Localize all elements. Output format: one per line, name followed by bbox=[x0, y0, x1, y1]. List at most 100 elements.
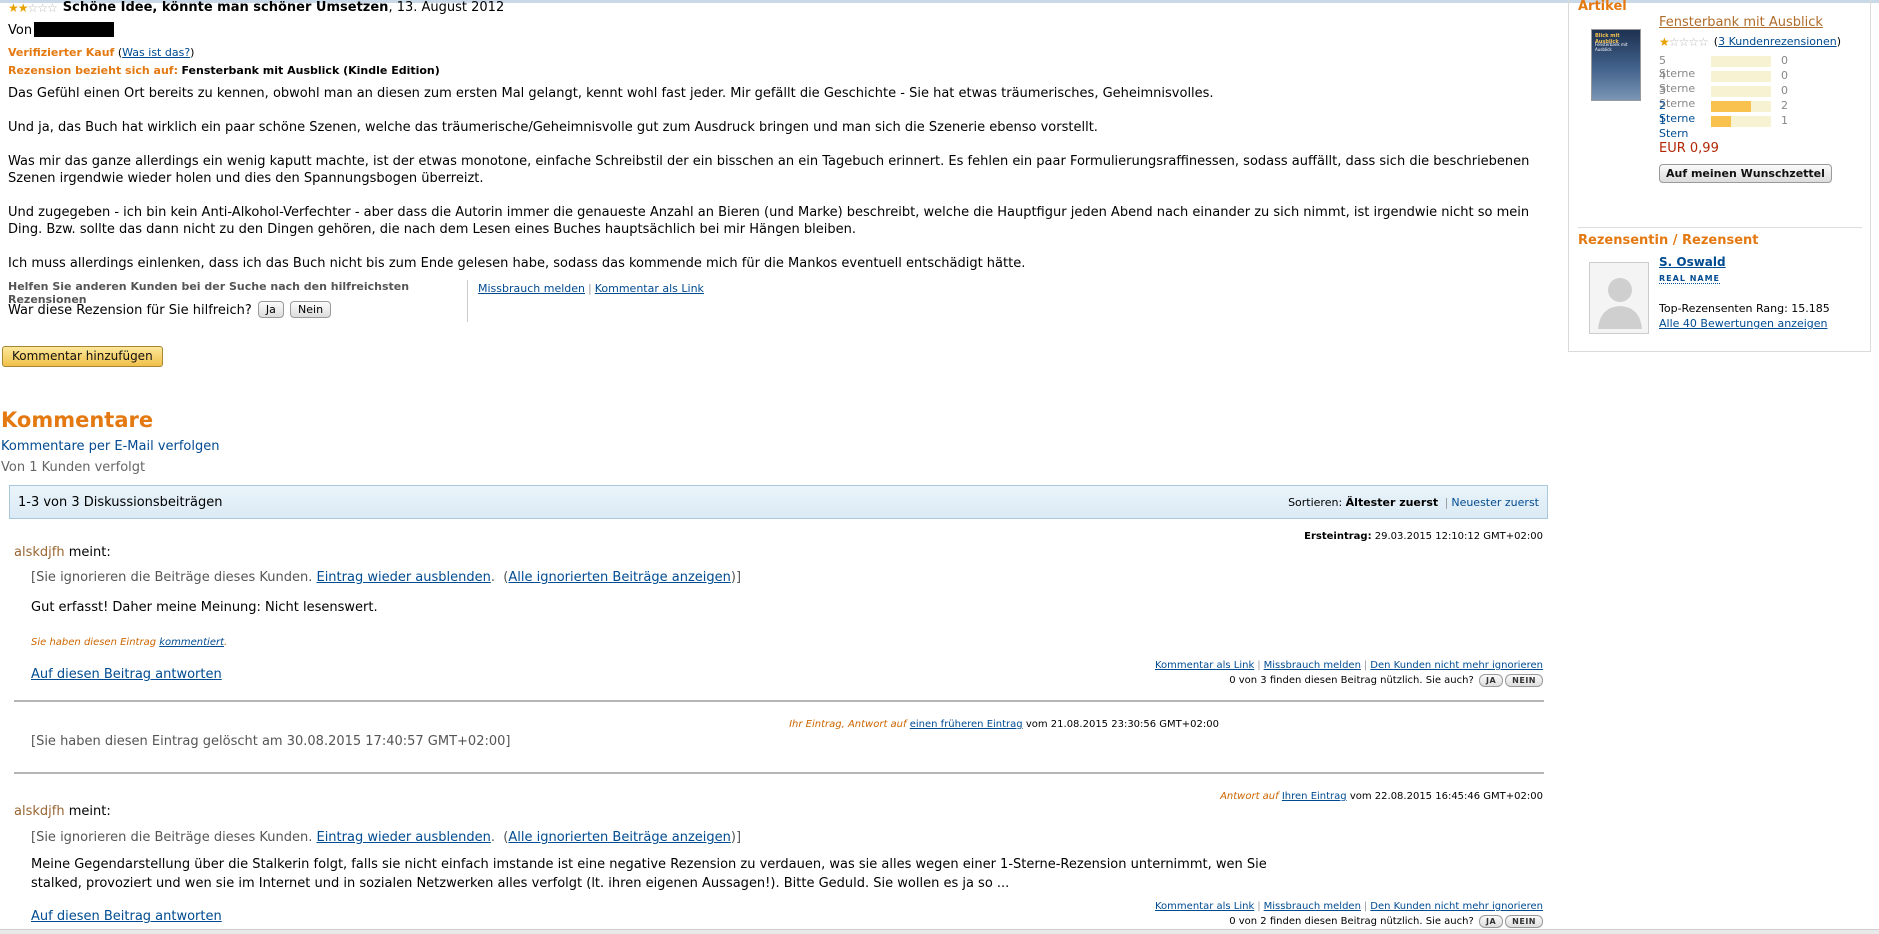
report-abuse-link[interactable]: Missbrauch melden bbox=[478, 282, 585, 295]
helpful-no-button[interactable]: Nein bbox=[290, 301, 332, 318]
follow-comments: Kommentare per E-Mail verfolgen bbox=[1, 439, 220, 454]
separator: | bbox=[1444, 496, 1449, 509]
post-actions: Kommentar als Link | Missbrauch melden | Den… bbox=[1155, 901, 1543, 928]
rating-row-fill bbox=[1711, 116, 1731, 127]
article-heading: Artikel bbox=[1578, 0, 1627, 14]
separator: | bbox=[588, 282, 592, 295]
says-label: meint: bbox=[68, 545, 111, 560]
post-meta: Ihr Eintrag, Antwort auf einen früheren … bbox=[789, 719, 1219, 730]
vote-no-button[interactable]: NEIN bbox=[1505, 674, 1543, 687]
says-label: meint: bbox=[68, 804, 111, 819]
helpful-question: War diese Rezension für Sie hilfreich? bbox=[8, 303, 252, 318]
report-abuse-link[interactable]: Missbrauch melden bbox=[1264, 660, 1361, 671]
vote-yes-button[interactable]: JA bbox=[1478, 915, 1504, 928]
post-author: alskdjfh meint: bbox=[14, 804, 111, 819]
horizontal-scrollbar[interactable] bbox=[0, 929, 1879, 934]
review-paragraph: Das Gefühl einen Ort bereits zu kennen, … bbox=[8, 86, 1214, 101]
show-all-ignored-link[interactable]: Alle ignorierten Beiträge anzeigen bbox=[508, 570, 731, 585]
empty-stars-icon: ☆☆☆ bbox=[27, 1, 58, 15]
post-date: vom 22.08.2015 16:45:46 GMT+02:00 bbox=[1349, 791, 1543, 802]
author-name: alskdjfh bbox=[14, 804, 65, 819]
report-abuse-link[interactable]: Missbrauch melden bbox=[1264, 901, 1361, 912]
cover-subtitle: Fensterbank mit Ausblick bbox=[1595, 42, 1628, 52]
comment-as-link[interactable]: Kommentar als Link bbox=[1155, 901, 1254, 912]
add-comment-button[interactable]: Kommentar hinzufügen bbox=[2, 346, 163, 367]
show-all-ignored-link[interactable]: Alle ignorierten Beiträge anzeigen bbox=[508, 830, 731, 845]
sort-label: Sortieren: bbox=[1288, 496, 1343, 509]
review-paragraph: Ich muss allerdings einlenken, dass ich … bbox=[8, 256, 1026, 271]
sidebar: Artikel Blick mit Ausblick Fensterbank m… bbox=[1568, 0, 1871, 352]
empty-stars-icon: ☆☆☆☆ bbox=[1668, 35, 1709, 49]
refers-label: Rezension bezieht sich auf: bbox=[8, 64, 178, 77]
useful-count: 0 von 3 finden diesen Beitrag nützlich. … bbox=[1229, 675, 1474, 686]
product-star-rating: ★☆☆☆☆ bbox=[1659, 35, 1709, 49]
rating-row-bar bbox=[1711, 86, 1771, 97]
all-ratings-link[interactable]: Alle 40 Bewertungen anzeigen bbox=[1659, 317, 1828, 330]
unignore-customer-link[interactable]: Den Kunden nicht mehr ignorieren bbox=[1370, 660, 1543, 671]
vote-no-button[interactable]: NEIN bbox=[1505, 915, 1543, 928]
reviewer-name-link[interactable]: S. Oswald bbox=[1659, 255, 1726, 269]
review-report-links: Missbrauch melden | Kommentar als Link bbox=[478, 282, 704, 295]
book-cover-image[interactable]: Blick mit Ausblick Fensterbank mit Ausbl… bbox=[1591, 29, 1641, 101]
add-to-wishlist-button[interactable]: Auf meinen Wunschzettel bbox=[1659, 164, 1832, 183]
ignored-notice: [Sie ignorieren die Beiträge dieses Kund… bbox=[31, 570, 742, 585]
you-commented-link[interactable]: kommentiert bbox=[159, 637, 224, 648]
separator: | bbox=[1257, 660, 1261, 671]
post-author: alskdjfh meint: bbox=[14, 545, 111, 560]
post-meta: Antwort auf Ihren Eintrag vom 22.08.2015… bbox=[1220, 791, 1543, 802]
review-star-rating: ★★☆☆☆ bbox=[8, 1, 58, 15]
comment-as-link[interactable]: Kommentar als Link bbox=[1155, 660, 1254, 671]
sort-newest-link[interactable]: Neuester zuerst bbox=[1451, 496, 1539, 509]
what-is-that-link[interactable]: Was ist das? bbox=[122, 46, 190, 59]
discussion-post: Ersteintrag: 29.03.2015 12:10:12 GMT+02:… bbox=[13, 531, 1543, 692]
separator: | bbox=[1257, 901, 1261, 912]
rating-row-label[interactable]: 1 Stern bbox=[1659, 114, 1688, 140]
reviews-count-link[interactable]: 3 Kundenrezensionen bbox=[1718, 35, 1837, 48]
helpful-question-line: War diese Rezension für Sie hilfreich? J… bbox=[8, 301, 332, 318]
post-text: Meine Gegendarstellung über die Stalkeri… bbox=[31, 857, 1267, 891]
review-body: Das Gefühl einen Ort bereits zu kennen, … bbox=[8, 85, 1548, 289]
vote-yes-button[interactable]: JA bbox=[1478, 674, 1504, 687]
sort-options: Sortieren: Ältester zuerst | Neuester zue… bbox=[1288, 496, 1539, 509]
rating-row-bar bbox=[1711, 56, 1771, 67]
discussion-post: Antwort auf Ihren Eintrag vom 22.08.2015… bbox=[13, 791, 1543, 929]
comment-as-link[interactable]: Kommentar als Link bbox=[595, 282, 704, 295]
followers-count: Von 1 Kunden verfolgt bbox=[1, 460, 146, 475]
review-date: , 13. August 2012 bbox=[388, 0, 505, 15]
rating-row-count: 0 bbox=[1781, 54, 1788, 67]
review-paragraph: Was mir das ganze allerdings ein wenig k… bbox=[8, 154, 1530, 186]
useful-count: 0 von 2 finden diesen Beitrag nützlich. … bbox=[1229, 916, 1474, 927]
verified-label: Verifizierter Kauf bbox=[8, 46, 115, 59]
review-refers-to: Rezension bezieht sich auf: Fensterbank … bbox=[8, 64, 440, 77]
reviewer-rank: Top-Rezensenten Rang: 15.185 bbox=[1659, 302, 1830, 315]
reviewer-avatar[interactable] bbox=[1589, 262, 1649, 334]
reply-link[interactable]: Auf diesen Beitrag antworten bbox=[31, 909, 222, 924]
von-label: Von bbox=[8, 23, 33, 38]
reply-link[interactable]: Auf diesen Beitrag antworten bbox=[31, 667, 222, 682]
rating-row-count: 0 bbox=[1781, 84, 1788, 97]
real-name-badge[interactable]: REAL NAME bbox=[1659, 274, 1721, 284]
earlier-post-link[interactable]: einen früheren Eintrag bbox=[910, 719, 1023, 730]
you-commented-prefix: Sie haben diesen Eintrag bbox=[31, 637, 157, 648]
follow-by-email-link[interactable]: Kommentare per E-Mail verfolgen bbox=[1, 439, 220, 454]
product-title-link[interactable]: Fensterbank mit Ausblick bbox=[1659, 15, 1823, 30]
hide-again-link[interactable]: Eintrag wieder ausblenden bbox=[316, 830, 490, 845]
separator: | bbox=[1363, 901, 1368, 912]
helpful-yes-button[interactable]: Ja bbox=[257, 301, 284, 318]
review-author: Von bbox=[8, 22, 115, 38]
post-text: Gut erfasst! Daher meine Meinung: Nicht … bbox=[31, 600, 378, 615]
post-actions: Kommentar als Link | Missbrauch melden | Den… bbox=[1155, 660, 1543, 687]
rating-row-count: 2 bbox=[1781, 99, 1788, 112]
product-price: EUR 0,99 bbox=[1659, 141, 1719, 156]
post-date: vom 21.08.2015 23:30:56 GMT+02:00 bbox=[1025, 719, 1219, 730]
rating-row-bar bbox=[1711, 71, 1771, 82]
review-paragraph: Und ja, das Buch hat wirklich ein paar s… bbox=[8, 120, 1098, 135]
your-post-link[interactable]: Ihren Eintrag bbox=[1282, 791, 1347, 802]
review-title: Schöne Idee, könnte man schöner Umsetzen bbox=[62, 0, 389, 15]
refers-product: Fensterbank mit Ausblick (Kindle Edition… bbox=[181, 64, 440, 77]
rating-row-fill bbox=[1711, 101, 1751, 112]
rating-row-bar bbox=[1711, 101, 1771, 112]
unignore-customer-link[interactable]: Den Kunden nicht mehr ignorieren bbox=[1370, 901, 1543, 912]
hide-again-link[interactable]: Eintrag wieder ausblenden bbox=[316, 570, 490, 585]
post-date: 29.03.2015 12:10:12 GMT+02:00 bbox=[1374, 531, 1543, 542]
